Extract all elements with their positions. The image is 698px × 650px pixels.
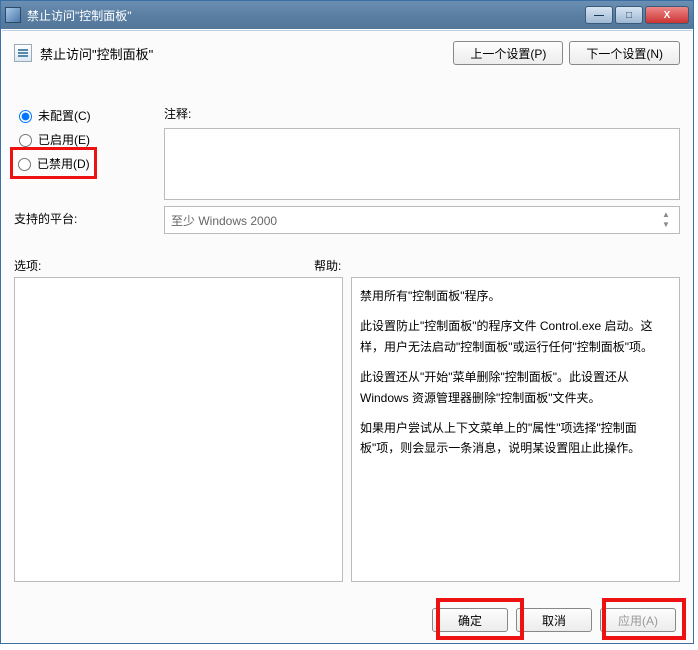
state-radios: 未配置(C) 已启用(E) 已禁用(D)	[14, 103, 164, 200]
ok-button[interactable]: 确定	[432, 608, 508, 632]
previous-setting-button[interactable]: 上一个设置(P)	[453, 41, 563, 65]
options-pane	[14, 277, 343, 582]
maximize-button[interactable]: □	[615, 6, 643, 24]
radio-disabled-highlight: 已禁用(D)	[10, 147, 97, 179]
radio-not-configured[interactable]: 未配置(C)	[14, 103, 164, 127]
header-row: 禁止访问"控制面板" 上一个设置(P) 下一个设置(N)	[2, 31, 692, 69]
platform-label: 支持的平台:	[14, 208, 164, 234]
platform-scroll-arrows[interactable]: ▲ ▼	[659, 211, 673, 229]
setting-title: 禁止访问"控制面板"	[40, 44, 453, 63]
options-label: 选项:	[14, 257, 314, 274]
dialog-buttons: 确定 取消 应用(A)	[2, 608, 692, 632]
radio-not-configured-input[interactable]	[19, 110, 32, 123]
radio-disabled[interactable]: 已禁用(D)	[13, 151, 90, 175]
close-button[interactable]: X	[645, 6, 689, 24]
radio-enabled-input[interactable]	[19, 134, 32, 147]
help-paragraph: 此设置还从"开始"菜单删除"控制面板"。此设置还从 Windows 资源管理器删…	[360, 367, 671, 408]
help-pane: 禁用所有"控制面板"程序。此设置防止"控制面板"的程序文件 Control.ex…	[351, 277, 680, 582]
chevron-down-icon: ▼	[662, 221, 670, 229]
nav-buttons: 上一个设置(P) 下一个设置(N)	[453, 41, 680, 65]
window-icon	[5, 7, 21, 23]
cancel-button[interactable]: 取消	[516, 608, 592, 632]
help-paragraph: 此设置防止"控制面板"的程序文件 Control.exe 启动。这样，用户无法启…	[360, 316, 671, 357]
apply-button[interactable]: 应用(A)	[600, 608, 676, 632]
big-panes: 禁用所有"控制面板"程序。此设置防止"控制面板"的程序文件 Control.ex…	[14, 277, 680, 582]
comment-textarea[interactable]	[164, 128, 680, 200]
top-grid: 未配置(C) 已启用(E) 已禁用(D) 注释: 支持的平台	[14, 103, 680, 234]
radio-disabled-label: 已禁用(D)	[37, 155, 90, 172]
radio-enabled-label: 已启用(E)	[38, 131, 90, 148]
comment-label: 注释:	[164, 103, 680, 122]
platform-box: 至少 Windows 2000 ▲ ▼	[164, 206, 680, 234]
help-label: 帮助:	[314, 257, 680, 274]
platform-value: 至少 Windows 2000	[171, 212, 277, 229]
next-setting-button[interactable]: 下一个设置(N)	[569, 41, 680, 65]
window-control-buttons: — □ X	[583, 6, 689, 24]
client-area: 禁止访问"控制面板" 上一个设置(P) 下一个设置(N) 未配置(C) 已启用(…	[2, 30, 692, 642]
help-paragraph: 禁用所有"控制面板"程序。	[360, 286, 671, 306]
minimize-button[interactable]: —	[585, 6, 613, 24]
window-title: 禁止访问"控制面板"	[27, 7, 583, 24]
chevron-up-icon: ▲	[662, 211, 670, 219]
radio-disabled-input[interactable]	[18, 158, 31, 171]
section-labels: 选项: 帮助:	[14, 257, 680, 274]
titlebar: 禁止访问"控制面板" — □ X	[1, 1, 693, 29]
radio-disabled-row: 已禁用(D)	[14, 151, 164, 175]
policy-editor-window: 禁止访问"控制面板" — □ X 禁止访问"控制面板" 上一个设置(P) 下一个…	[0, 0, 694, 644]
radio-not-configured-label: 未配置(C)	[38, 107, 91, 124]
policy-icon	[14, 44, 32, 62]
help-paragraph: 如果用户尝试从上下文菜单上的"属性"项选择"控制面板"项，则会显示一条消息，说明…	[360, 418, 671, 459]
